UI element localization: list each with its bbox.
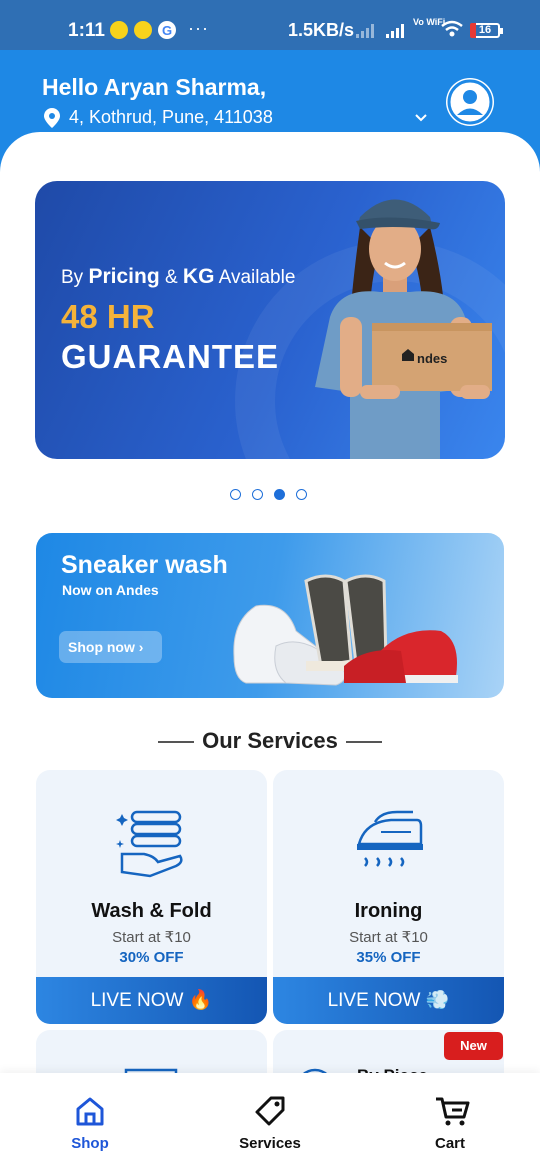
delivery-person-image: ndes xyxy=(315,199,492,459)
live-now-button[interactable]: LIVE NOW 💨 xyxy=(273,977,504,1024)
carousel-dot[interactable] xyxy=(296,489,307,500)
network-speed: 1.5KB/s xyxy=(288,20,355,40)
address-selector[interactable]: 4, Kothrud, Pune, 411038 xyxy=(44,106,434,130)
wifi-icon xyxy=(441,20,463,37)
service-name: Wash & Fold xyxy=(91,900,212,922)
cart-icon xyxy=(436,1097,470,1126)
svg-text:G: G xyxy=(162,23,172,38)
service-price: Start at ₹10 xyxy=(112,929,191,946)
more-notifications-icon: ··· xyxy=(188,18,209,38)
nav-tab-services[interactable]: Services xyxy=(210,1073,330,1170)
address-text: 4, Kothrud, Pune, 411038 xyxy=(69,107,273,127)
signal-sim1-icon xyxy=(356,24,374,38)
banner-headline-2: GUARANTEE xyxy=(61,338,280,375)
tag-icon xyxy=(255,1096,285,1126)
snapchat-icon xyxy=(110,21,128,39)
google-icon: G xyxy=(158,21,176,39)
service-card-ironing[interactable]: Ironing Start at ₹10 35% OFF LIVE NOW 💨 xyxy=(273,770,504,1024)
service-offer: 35% OFF xyxy=(356,949,421,966)
snapchat-icon xyxy=(134,21,152,39)
section-title-services: Our Services xyxy=(0,728,540,754)
battery-icon: 16 xyxy=(470,23,503,38)
divider-right xyxy=(345,741,382,744)
home-icon xyxy=(76,1097,104,1126)
divider-left xyxy=(158,741,195,744)
banner-sub-kg: KG xyxy=(182,265,215,288)
nav-label-cart: Cart xyxy=(434,1135,465,1152)
status-time: 1:11 xyxy=(68,20,105,41)
promo-subtitle: Now on Andes xyxy=(62,582,159,598)
iron-icon xyxy=(357,810,423,867)
chevron-right-icon: › xyxy=(138,639,144,655)
user-icon xyxy=(447,79,493,125)
signal-sim2-icon xyxy=(386,24,404,38)
banner-headline-1: 48 HR xyxy=(61,298,155,335)
status-bar: 1:11 G ··· 1.5KB/s Vo WiFi 16 xyxy=(0,0,540,50)
nav-tab-cart[interactable]: Cart xyxy=(390,1073,510,1170)
section-title-text: Our Services xyxy=(202,728,338,753)
nav-tab-shop[interactable]: Shop xyxy=(30,1073,150,1170)
folded-clothes-icon xyxy=(116,810,183,878)
greeting-text: Hello Aryan Sharma, xyxy=(42,74,267,100)
sneakers-image xyxy=(233,574,458,686)
banner-sub-prefix: By xyxy=(61,267,84,288)
hero-banner[interactable]: By Pricing & KG Available 48 HR GUARANTE… xyxy=(35,181,505,459)
box-brand-text: ndes xyxy=(417,351,447,366)
steam-icon: 💨 xyxy=(425,990,450,1011)
live-now-button[interactable]: LIVE NOW 🔥 xyxy=(36,977,267,1024)
service-name: Ironing xyxy=(354,900,423,922)
live-now-label: LIVE NOW xyxy=(327,990,421,1011)
banner-subtitle: By Pricing & KG Available xyxy=(61,265,295,289)
banner-sub-amp: & xyxy=(164,267,178,288)
service-offer: 30% OFF xyxy=(119,949,184,966)
service-price: Start at ₹10 xyxy=(349,929,428,946)
banner-sub-suffix: Available xyxy=(218,267,296,288)
profile-avatar-button[interactable] xyxy=(446,78,494,126)
sneaker-wash-banner[interactable]: Sneaker wash Now on Andes Shop now › xyxy=(36,533,504,698)
live-now-label: LIVE NOW xyxy=(90,990,184,1011)
fire-icon: 🔥 xyxy=(188,990,213,1011)
shop-now-label: Shop now xyxy=(68,639,135,655)
service-card-wash-fold[interactable]: Wash & Fold Start at ₹10 30% OFF LIVE NO… xyxy=(36,770,267,1024)
new-badge: New xyxy=(444,1032,503,1060)
carousel-dot[interactable] xyxy=(274,489,285,500)
shop-now-button[interactable]: Shop now › xyxy=(59,631,162,663)
nav-label-services: Services xyxy=(239,1135,301,1152)
promo-title: Sneaker wash xyxy=(61,551,228,579)
banner-sub-pricing: Pricing xyxy=(88,265,160,288)
carousel-dot[interactable] xyxy=(252,489,263,500)
chevron-down-icon xyxy=(415,114,427,122)
location-pin-icon xyxy=(44,108,60,128)
carousel-dot[interactable] xyxy=(230,489,241,500)
carousel-pager xyxy=(230,488,314,502)
nav-label-shop: Shop xyxy=(71,1135,109,1152)
bottom-navigation: Shop Services Cart xyxy=(0,1073,540,1170)
